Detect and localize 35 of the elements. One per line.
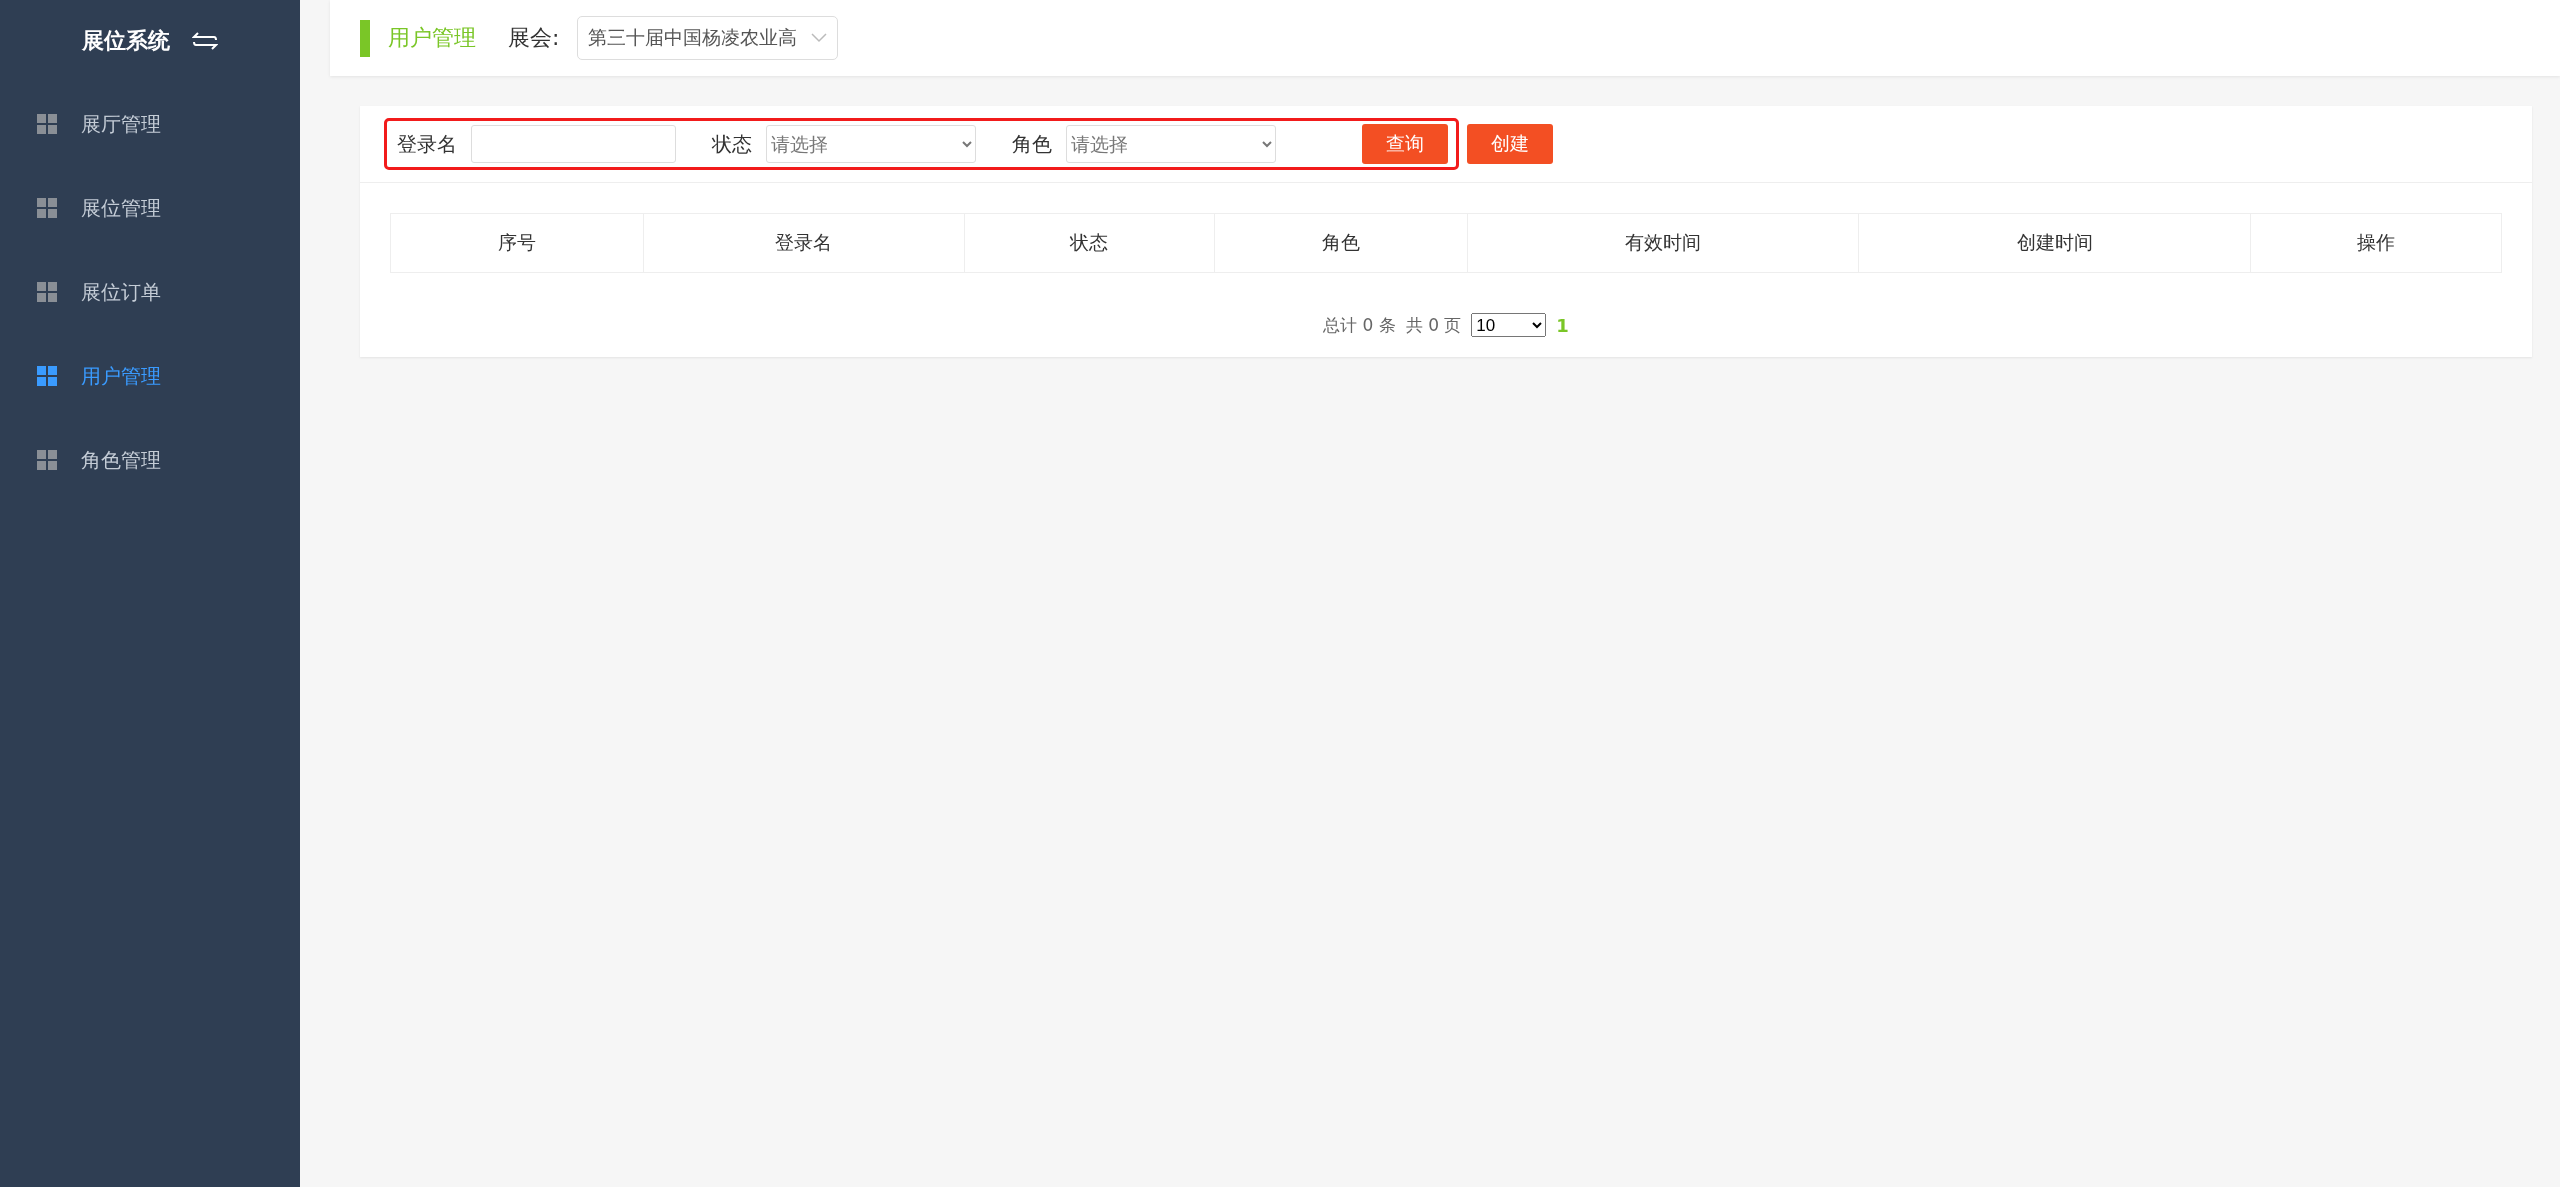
input-field[interactable] [471,125,676,163]
column-header: 序号 [390,213,644,273]
exhibition-label: 展会: [508,24,560,52]
grid-icon [37,366,57,386]
filter-label: 状态 [712,130,752,158]
column-header: 登录名 [643,213,965,273]
query-button[interactable]: 查询 [1362,124,1448,164]
column-header: 创建时间 [1858,213,2251,273]
app-title: 展位系统 [82,27,170,55]
accent-bar [360,19,370,57]
sidebar-item[interactable]: 展位订单 [0,250,300,334]
swap-icon[interactable] [192,31,218,51]
sidebar-item[interactable]: 展厅管理 [0,82,300,166]
column-header: 有效时间 [1467,213,1859,273]
grid-icon [37,198,57,218]
filter-label: 角色 [1012,130,1052,158]
total-count: 总计 0 条 [1323,313,1396,337]
sidebar-item[interactable]: 用户管理 [0,334,300,418]
select-field[interactable]: 请选择 [766,125,976,163]
exhibition-dropdown[interactable]: 第三十届中国杨凌农业高 [577,16,839,60]
chevron-down-icon [811,33,828,43]
page-title: 用户管理 [388,24,476,52]
page-size-select[interactable]: 10 [1471,313,1547,337]
grid-icon [37,282,57,302]
column-header: 操作 [2250,213,2502,273]
create-button[interactable]: 创建 [1467,124,1553,164]
page-count: 共 0 页 [1405,313,1462,337]
grid-icon [37,450,57,470]
sidebar-item[interactable]: 展位管理 [0,166,300,250]
filter-label: 登录名 [397,130,457,158]
column-header: 状态 [964,213,1215,273]
select-field[interactable]: 请选择 [1066,125,1276,163]
grid-icon [37,114,57,134]
column-header: 角色 [1214,213,1468,273]
sidebar-item[interactable]: 角色管理 [0,418,300,502]
